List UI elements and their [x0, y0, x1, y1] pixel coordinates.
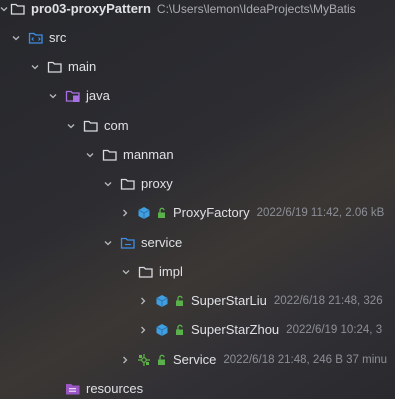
project-name: pro03-proxyPattern	[31, 1, 151, 16]
tree-row-impl[interactable]: impl	[0, 257, 395, 286]
public-access-icon	[155, 206, 169, 220]
tree-row-main[interactable]: main	[0, 52, 395, 81]
chevron-down-icon[interactable]	[102, 237, 114, 249]
tree-row-service[interactable]: service	[0, 228, 395, 257]
package-icon	[120, 235, 136, 251]
source-folder-icon	[28, 30, 44, 46]
chevron-right-icon[interactable]	[137, 324, 149, 336]
resources-folder-icon	[65, 381, 81, 397]
tree-row-proxy[interactable]: proxy	[0, 169, 395, 198]
tree-label: src	[49, 30, 67, 45]
public-access-icon	[173, 294, 187, 308]
interface-icon	[137, 353, 151, 367]
tree-label: java	[86, 88, 110, 103]
package-icon	[120, 176, 136, 192]
file-meta: 2022/6/18 21:48, 326	[273, 294, 383, 307]
tree-label: service	[141, 235, 183, 250]
chevron-right-icon[interactable]	[119, 354, 131, 366]
chevron-down-icon[interactable]	[0, 3, 10, 15]
chevron-down-icon[interactable]	[10, 32, 22, 44]
package-icon	[138, 264, 154, 280]
tree-row-com[interactable]: com	[0, 111, 395, 140]
tree-row-project-root[interactable]: pro03-proxyPattern C:\Users\lemon\IdeaPr…	[0, 0, 395, 23]
tree-row-manman[interactable]: manman	[0, 140, 395, 169]
file-meta: 2022/6/19 11:42, 2.06 kB	[256, 206, 385, 219]
tree-label: impl	[159, 264, 183, 279]
file-meta: 2022/6/18 21:48, 246 B 37 minu	[223, 353, 388, 366]
public-access-icon	[155, 353, 169, 367]
class-icon	[155, 323, 169, 337]
project-path: C:\Users\lemon\IdeaProjects\MyBatis	[156, 1, 356, 16]
tree-row-superstarzhou[interactable]: SuperStarZhou 2022/6/19 10:24, 3	[0, 315, 395, 344]
chevron-down-icon[interactable]	[47, 90, 59, 102]
public-access-icon	[173, 323, 187, 337]
package-icon	[102, 147, 118, 163]
class-icon	[155, 294, 169, 308]
chevron-down-icon[interactable]	[65, 120, 77, 132]
module-folder-icon	[10, 1, 26, 17]
tree-row-superstarliu[interactable]: SuperStarLiu 2022/6/18 21:48, 326	[0, 286, 395, 315]
tree-label: ProxyFactory	[173, 205, 250, 220]
tree-label: SuperStarLiu	[191, 293, 267, 308]
java-source-root-icon	[65, 88, 81, 104]
tree-row-service-interface[interactable]: Service 2022/6/18 21:48, 246 B 37 minu	[0, 345, 395, 374]
tree-row-java[interactable]: java	[0, 81, 395, 110]
tree-label: manman	[123, 147, 174, 162]
chevron-down-icon[interactable]	[120, 266, 132, 278]
chevron-right-icon[interactable]	[137, 295, 149, 307]
tree-row-resources[interactable]: resources	[0, 374, 395, 399]
tree-label: resources	[86, 381, 144, 396]
chevron-right-icon[interactable]	[119, 207, 131, 219]
package-icon	[83, 118, 99, 134]
chevron-down-icon[interactable]	[84, 149, 96, 161]
class-icon	[137, 206, 151, 220]
folder-icon	[47, 59, 63, 75]
tree-row-proxyfactory[interactable]: ProxyFactory 2022/6/19 11:42, 2.06 kB	[0, 198, 395, 227]
file-meta: 2022/6/19 10:24, 3	[286, 323, 383, 336]
chevron-down-icon[interactable]	[102, 178, 114, 190]
tree-label: main	[68, 59, 97, 74]
tree-label: Service	[173, 352, 217, 367]
tree-label: proxy	[141, 176, 173, 191]
tree-row-src[interactable]: src	[0, 23, 395, 52]
project-tree: pro03-proxyPattern C:\Users\lemon\IdeaPr…	[0, 0, 395, 399]
tree-label: SuperStarZhou	[191, 322, 280, 337]
chevron-down-icon[interactable]	[29, 61, 41, 73]
tree-label: com	[104, 118, 129, 133]
